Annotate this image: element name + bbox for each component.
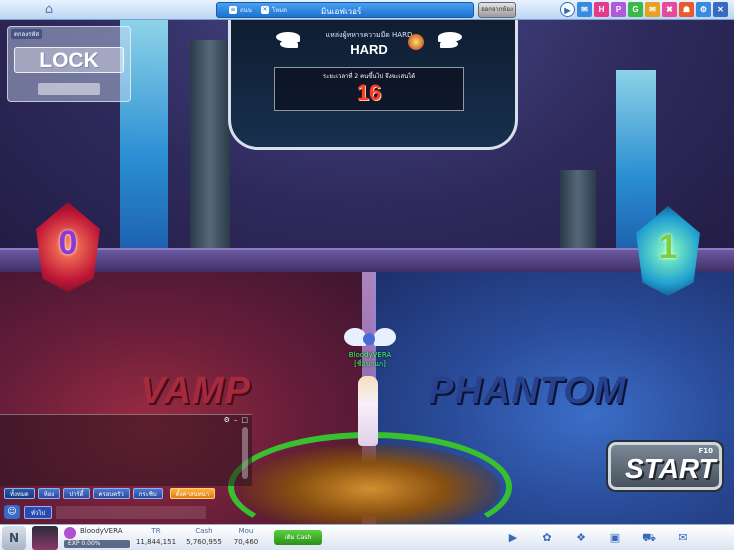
stat-cash-value: 5,760,955 xyxy=(186,538,222,546)
event-icon[interactable]: ✖ xyxy=(662,2,677,17)
lock-password-field[interactable] xyxy=(38,83,100,95)
character-nameplate: BloodyVERA [ชื่อบานก] xyxy=(340,351,400,369)
pillar-right xyxy=(560,170,596,250)
mode-count: 16 xyxy=(356,80,382,105)
player-class-icon xyxy=(64,527,76,539)
floor-emblem xyxy=(240,444,500,524)
team-count-phantom: 1 xyxy=(658,228,678,266)
stat-tr: TR 11,844,151 xyxy=(134,527,178,548)
close-window-icon[interactable]: ✕ xyxy=(713,2,728,17)
stat-mou-label: Mou xyxy=(238,527,254,535)
mode-label: โหมด xyxy=(272,7,288,14)
chat-minimize-icon[interactable]: – xyxy=(234,416,238,424)
avatar[interactable] xyxy=(32,526,58,550)
difficulty-emblem-icon xyxy=(408,34,424,50)
close-icon: ✕ xyxy=(261,6,269,14)
chat-scrollbar[interactable] xyxy=(242,427,248,479)
mode-banner: แหล่งผู้ทหารความมืด HARD HARD ระยะเวลาที… xyxy=(272,28,466,112)
chat-icon[interactable]: ✉ xyxy=(676,531,690,545)
stat-tr-value: 11,844,151 xyxy=(135,538,177,546)
start-button[interactable]: F10 START xyxy=(608,442,722,490)
chat-tabs: ทั้งหมด ห้อง ปาร์ตี้ ครอบครัว กระซิบ ตั้… xyxy=(4,488,216,499)
top-bar: ⌂ ≡ ถนน ✕ โหมด มินเอฟเวอร์ ออกจากห้อง ▶ ✉… xyxy=(0,0,734,20)
chat-tab-party[interactable]: ปาร์ตี้ xyxy=(63,488,90,499)
gold-icon[interactable]: G xyxy=(628,2,643,17)
stat-cash-label: Cash xyxy=(195,527,213,535)
bag-icon[interactable]: ▣ xyxy=(608,531,622,545)
room-title: มินเอฟเวอร์ xyxy=(321,7,362,16)
status-bar: N BloodyVERA EXP 0.00% TR 11,844,151 Cas… xyxy=(0,524,734,550)
hot-icon[interactable]: H xyxy=(594,2,609,17)
chat-tab-family[interactable]: ครอบครัว xyxy=(92,488,130,499)
mode-info-box: ระยะเวลาที่ 2 คนขึ้นไป จึงจะเล่นได้ 16 xyxy=(274,67,464,111)
channel-item[interactable]: ≡ ถนน xyxy=(229,5,252,15)
cart-icon[interactable]: ⛟ xyxy=(642,531,656,545)
invite-icon[interactable]: ✉ xyxy=(577,2,592,17)
chat-controls: ⚙ – □ xyxy=(224,416,248,424)
chat-tab-all[interactable]: ทั้งหมด xyxy=(4,488,35,499)
stat-mou: Mou 70,460 xyxy=(230,527,262,548)
exp-bar: EXP 0.00% xyxy=(64,540,130,548)
wings-icon[interactable]: ❖ xyxy=(574,531,588,545)
pet-icon[interactable]: P xyxy=(611,2,626,17)
channel-bar: ≡ ถนน ✕ โหมด มินเอฟเวอร์ xyxy=(216,2,474,18)
team-count-vamp: 0 xyxy=(58,224,78,262)
team-name-phantom: PHANTOM xyxy=(428,370,627,412)
game-logo-icon[interactable]: N xyxy=(2,526,26,550)
pillar-left xyxy=(190,40,230,250)
stat-tr-label: TR xyxy=(151,527,161,535)
chat-tab-whisper[interactable]: กระซิบ xyxy=(132,488,163,499)
mode-item[interactable]: ✕ โหมด xyxy=(261,5,287,15)
player-name: BloodyVERA xyxy=(80,527,123,535)
character-title: [ชื่อบานก] xyxy=(354,360,386,368)
top-toolbar: ▶ ✉ H P G ✉ ✖ ☗ ⚙ ✕ xyxy=(560,2,728,17)
stat-cash: Cash 5,760,955 xyxy=(182,527,226,548)
lock-panel: ตกลงรหัส LOCK xyxy=(7,26,131,102)
wing-left-icon xyxy=(272,30,304,52)
chat-maximize-icon[interactable]: □ xyxy=(241,416,248,424)
stat-mou-value: 70,460 xyxy=(233,538,259,546)
chat-input[interactable] xyxy=(56,505,207,519)
emoji-icon[interactable]: ☺ xyxy=(4,505,20,519)
lock-panel-title: ตกลงรหัส xyxy=(11,29,42,39)
chat-tab-room[interactable]: ห้อง xyxy=(37,488,61,499)
character-name: BloodyVERA xyxy=(348,351,392,359)
play-circle-icon[interactable]: ▶ xyxy=(560,2,575,17)
play-circle-icon[interactable]: ▶ xyxy=(506,531,520,545)
settings-icon[interactable]: ⚙ xyxy=(696,2,711,17)
team-name-vamp: VAMP xyxy=(140,370,251,412)
wing-right-icon xyxy=(434,30,466,52)
paw-icon[interactable]: ✿ xyxy=(540,531,554,545)
shop-icon[interactable]: ☗ xyxy=(679,2,694,17)
arena-rail xyxy=(0,248,734,274)
chat-panel: ⚙ – □ xyxy=(0,414,252,486)
lock-button[interactable]: LOCK xyxy=(14,47,124,73)
status-bar-icons: ▶ ✿ ❖ ▣ ⛟ ✉ xyxy=(506,531,690,545)
chat-settings-icon[interactable]: ⚙ xyxy=(224,416,230,424)
home-icon[interactable]: ⌂ xyxy=(38,1,60,19)
chat-input-row: ☺ ทั่วไป xyxy=(4,505,207,519)
list-icon: ≡ xyxy=(229,6,237,14)
start-label: START xyxy=(625,453,716,484)
channel-label: ถนน xyxy=(240,7,252,14)
topup-cash-button[interactable]: เติม Cash xyxy=(274,530,322,545)
guild-emblem-icon xyxy=(363,333,375,345)
mail-icon[interactable]: ✉ xyxy=(645,2,660,17)
player-character[interactable] xyxy=(358,376,378,446)
chat-settings-tab[interactable]: ตั้งค่าสนทนา xyxy=(169,488,216,499)
exit-room-button[interactable]: ออกจากห้อง xyxy=(478,2,516,18)
exp-label: EXP 0.00% xyxy=(68,540,101,547)
chat-mode-select[interactable]: ทั่วไป xyxy=(24,505,53,519)
